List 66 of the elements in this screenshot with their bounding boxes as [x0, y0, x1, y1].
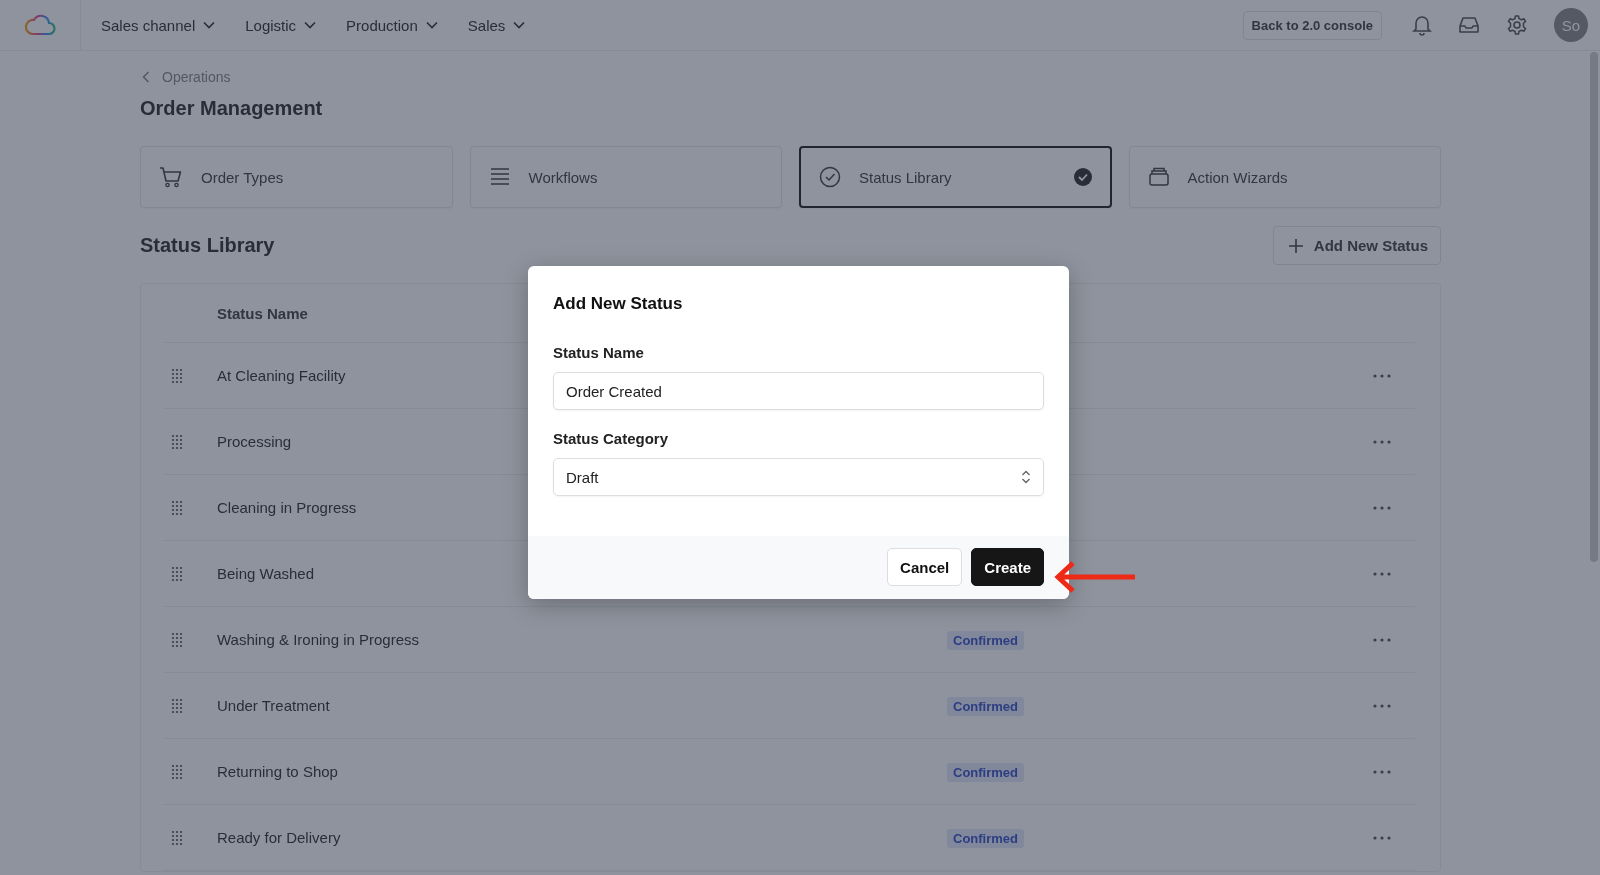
chevron-down-icon	[203, 21, 216, 29]
scrollbar-thumb[interactable]	[1590, 52, 1598, 562]
category-tag: Confirmed	[947, 762, 1024, 782]
page-title: Order Management	[140, 97, 324, 120]
cart-icon	[159, 166, 183, 188]
checkmark-badge-icon	[1073, 168, 1092, 186]
category-select[interactable]: Draft	[553, 458, 1044, 496]
nav-menu[interactable]: Sales	[459, 10, 534, 40]
drag-handle-icon[interactable]	[171, 763, 183, 780]
check-circle-icon	[819, 166, 841, 188]
chevron-down-icon	[425, 21, 438, 29]
chevron-down-icon	[513, 21, 526, 29]
status-name-cell: Washing & Ironing in Progress	[217, 631, 420, 648]
back-chevron-icon[interactable]	[142, 71, 150, 83]
more-options-icon[interactable]	[1373, 637, 1391, 642]
more-options-icon[interactable]	[1373, 571, 1391, 576]
drag-handle-icon[interactable]	[171, 367, 183, 384]
nav-menu[interactable]: Logistic	[237, 10, 325, 40]
drag-handle-icon[interactable]	[171, 631, 183, 648]
plus-icon	[1287, 237, 1304, 254]
more-options-icon[interactable]	[1373, 439, 1391, 444]
more-options-icon[interactable]	[1373, 703, 1391, 708]
list-icon	[488, 167, 511, 187]
status-name-cell: Ready for Delivery	[217, 829, 341, 846]
nav-menu[interactable]: Sales channel	[93, 10, 224, 40]
chevron-down-icon	[304, 21, 317, 29]
drag-handle-icon[interactable]	[171, 829, 183, 846]
breadcrumb-link[interactable]: Operations	[162, 69, 231, 85]
status-name-cell: Under Treatment	[217, 697, 330, 714]
tab-card[interactable]: Workflows	[469, 146, 782, 208]
more-options-icon[interactable]	[1373, 505, 1391, 510]
section-title: Status Library	[140, 234, 275, 257]
cloud-logo-icon[interactable]	[24, 14, 56, 36]
status-name-cell: Being Washed	[217, 565, 314, 582]
tab-card[interactable]: Order Types	[140, 146, 453, 208]
field-label: Status Name	[553, 344, 645, 361]
inbox-icon[interactable]	[1458, 15, 1480, 35]
column-header: Status Name	[217, 304, 308, 322]
drag-handle-icon[interactable]	[171, 565, 183, 582]
more-options-icon[interactable]	[1373, 769, 1391, 774]
more-options-icon[interactable]	[1373, 373, 1391, 378]
category-tag: Confirmed	[947, 696, 1024, 716]
tab-card[interactable]: Status Library	[799, 146, 1112, 208]
drag-handle-icon[interactable]	[171, 697, 183, 714]
modal-title: Add New Status	[553, 294, 684, 314]
drag-handle-icon[interactable]	[171, 499, 183, 516]
tab-card[interactable]: Action Wizards	[1128, 146, 1441, 208]
more-options-icon[interactable]	[1373, 835, 1391, 840]
drag-handle-icon[interactable]	[171, 433, 183, 450]
status-name-cell: At Cleaning Facility	[217, 367, 346, 384]
category-tag: Confirmed	[947, 630, 1024, 650]
nav-menu[interactable]: Production	[338, 10, 446, 40]
cancel-button[interactable]: Cancel	[887, 548, 963, 586]
settings-icon[interactable]	[1506, 14, 1528, 36]
up-down-chevron-icon	[1021, 469, 1031, 485]
status-name-cell: Processing	[217, 433, 292, 450]
notification-icon[interactable]	[1412, 14, 1432, 36]
category-tag: Confirmed	[947, 828, 1024, 848]
status-name-field[interactable]: Order Created	[553, 372, 1044, 410]
stack-icon	[1147, 167, 1170, 187]
console-button[interactable]: Back to 2.0 console	[1242, 10, 1382, 40]
status-name-cell: Cleaning in Progress	[217, 499, 357, 516]
field-label: Status Category	[553, 430, 670, 447]
create-button[interactable]: Create	[971, 548, 1044, 586]
status-name-cell: Returning to Shop	[217, 763, 338, 780]
add-status-button[interactable]: Add New Status	[1272, 226, 1441, 265]
